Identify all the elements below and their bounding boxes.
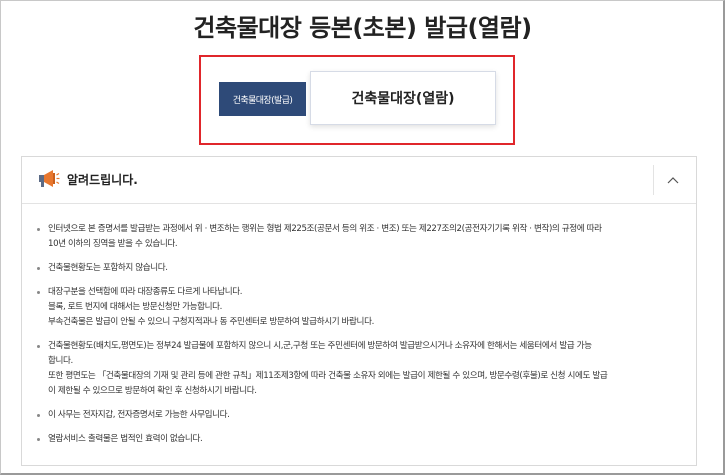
issue-button[interactable]: 건축물대장(발급) — [219, 82, 306, 116]
list-item-line: 건축물현황도(배치도,평면도)는 정부24 발급물에 포함하지 않으니 시,군,… — [48, 341, 592, 351]
chevron-up-icon — [667, 177, 679, 184]
list-item-line: 이 제한될 수 있으므로 방문하여 확인 후 신청하시기 바랍니다. — [48, 386, 257, 396]
list-item-line: 대장구분을 선택함에 따라 대장종류도 다르게 나타납니다. — [48, 287, 243, 297]
page-title: 건축물대장 등본(초본) 발급(열람) — [193, 14, 532, 42]
list-item: 이 사무는 전자지갑, 전자증명서로 가능한 사무입니다. — [36, 408, 681, 423]
notice-panel: 알려드립니다. 인터넷으로 본 증명서를 발급받는 과정에서 위 · 변조하는 … — [21, 156, 697, 466]
list-item: 열람서비스 출력물은 법적인 효력이 없습니다. — [36, 432, 681, 447]
list-item: 대장구분을 선택함에 따라 대장종류도 다르게 나타납니다. 블록, 로트 번지… — [36, 285, 681, 330]
notice-title: 알려드립니다. — [67, 173, 138, 187]
list-item: 건축물현황도는 포함하지 않습니다. — [36, 261, 681, 276]
list-item-line: 이 사무는 전자지갑, 전자증명서로 가능한 사무입니다. — [48, 410, 230, 420]
list-item: 건축물현황도(배치도,평면도)는 정부24 발급물에 포함하지 않으니 시,군,… — [36, 339, 681, 399]
list-item-line: 인터넷으로 본 증명서를 발급받는 과정에서 위 · 변조하는 행위는 형법 제… — [48, 224, 602, 234]
list-item-line: 합니다. — [48, 356, 73, 366]
list-item-line: 열람서비스 출력물은 법적인 효력이 없습니다. — [48, 434, 203, 444]
header-divider — [653, 165, 654, 195]
list-item-line: 또한 평면도는 「건축물대장의 기재 및 관리 등에 관한 규칙」제11조제3항… — [48, 371, 608, 381]
list-item: 인터넷으로 본 증명서를 발급받는 과정에서 위 · 변조하는 행위는 형법 제… — [36, 222, 681, 252]
list-item-line: 부속건축물은 발급이 안될 수 있으니 구청지적과나 동 주민센터로 방문하여 … — [48, 317, 374, 327]
notice-list: 인터넷으로 본 증명서를 발급받는 과정에서 위 · 변조하는 행위는 형법 제… — [36, 222, 681, 456]
list-item-line: 10년 이하의 징역을 받을 수 있습니다. — [48, 239, 178, 249]
view-button[interactable]: 건축물대장(열람) — [310, 71, 496, 125]
notice-header: 알려드립니다. — [22, 157, 696, 204]
list-item-line: 건축물현황도는 포함하지 않습니다. — [48, 263, 168, 273]
megaphone-icon — [39, 170, 60, 187]
collapse-toggle[interactable] — [662, 169, 684, 191]
list-item-line: 블록, 로트 번지에 대해서는 방문신청만 가능합니다. — [48, 302, 222, 312]
